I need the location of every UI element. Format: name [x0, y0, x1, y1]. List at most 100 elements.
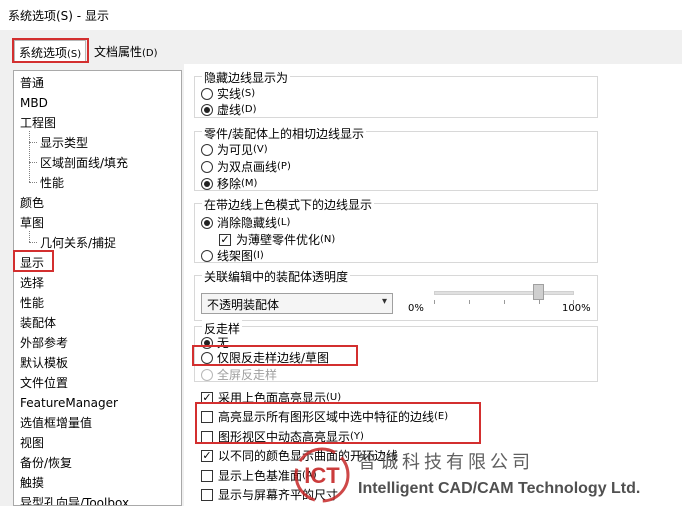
radio-visible[interactable]: 为可见 (V) — [201, 141, 268, 158]
checkbox-highlight-selected-edges[interactable]: 高亮显示所有图形区域中选中特征的边线 (E) — [201, 408, 448, 425]
radio-dashed[interactable]: 虚线 (D) — [201, 101, 257, 118]
group-title: 零件/装配体上的相切边线显示 — [202, 125, 367, 142]
radio-button[interactable] — [201, 103, 213, 116]
checkbox[interactable] — [201, 488, 213, 501]
option-label: 显示上色基准面 — [218, 469, 303, 483]
option-label: 高亮显示所有图形区域中选中特征的边线 — [218, 410, 435, 424]
radio-antialias-edges[interactable]: 仅限反走样边线/草图 — [201, 349, 329, 366]
option-key: (E) — [434, 411, 449, 422]
group-title: 隐藏边线显示为 — [202, 69, 291, 86]
radio-button[interactable] — [201, 351, 213, 364]
tree-item-sketch[interactable]: 草图 — [20, 213, 44, 233]
tree-connector — [29, 242, 37, 243]
slider-max-label: 100% — [562, 303, 591, 314]
option-key: (D) — [241, 104, 257, 115]
tab-key: (D) — [142, 48, 158, 59]
tree-item-hole-wizard-toolbox[interactable]: 异型孔向导/Toolbox — [20, 493, 129, 505]
radio-button[interactable] — [201, 160, 213, 173]
tree-connector — [29, 142, 37, 143]
radio-button[interactable] — [201, 368, 213, 381]
option-key: (M) — [241, 178, 258, 189]
option-label: 仅限反走样边线/草图 — [217, 351, 330, 365]
radio-button[interactable] — [201, 216, 213, 229]
window-title: 系统选项(S) - 显示 — [8, 9, 109, 23]
radio-antialias-fullscreen[interactable]: 全屏反走样 — [201, 366, 277, 383]
checkbox[interactable]: ✓ — [201, 391, 213, 404]
option-key: (L) — [277, 217, 291, 228]
radio-solid[interactable]: 实线 (S) — [201, 85, 255, 102]
option-key: (N) — [320, 234, 336, 245]
tab-label: 系统选项 — [19, 46, 68, 60]
tree-item-display-style[interactable]: 显示类型 — [40, 133, 88, 153]
option-label: 为双点画线 — [217, 160, 278, 174]
option-key: (U) — [326, 392, 342, 403]
title-bar: 系统选项(S) - 显示 — [0, 0, 682, 30]
tree-item-display[interactable]: 显示 — [20, 253, 44, 273]
tree-item-colors[interactable]: 颜色 — [20, 193, 44, 213]
checkbox[interactable]: ✓ — [219, 233, 231, 246]
tree-item-file-locations[interactable]: 文件位置 — [20, 373, 68, 393]
tab-system-options[interactable]: 系统选项(S) — [14, 40, 87, 62]
slider-min-label: 0% — [408, 303, 424, 314]
tree-item-mbd[interactable]: MBD — [20, 93, 48, 113]
tree-item-view[interactable]: 视图 — [20, 433, 44, 453]
checkbox[interactable] — [201, 410, 213, 423]
chevron-down-icon: ▾ — [381, 296, 387, 307]
group-title: 关联编辑中的装配体透明度 — [202, 268, 351, 285]
option-label: 为可见 — [217, 143, 254, 157]
tree-item-default-templates[interactable]: 默认模板 — [20, 353, 68, 373]
checkbox-dynamic-highlight[interactable]: 图形视区中动态高亮显示 (Y) — [201, 428, 364, 445]
tab-label: 文档属性 — [94, 45, 143, 59]
tree-item-backup-recover[interactable]: 备份/恢复 — [20, 453, 72, 473]
tab-key: (S) — [67, 49, 82, 60]
radio-hlr[interactable]: 消除隐藏线 (L) — [201, 214, 290, 231]
option-label: 全屏反走样 — [217, 368, 278, 382]
checkbox[interactable] — [201, 469, 213, 482]
tree-item-external-references[interactable]: 外部参考 — [20, 333, 68, 353]
radio-wireframe[interactable]: 线架图 (I) — [201, 247, 264, 264]
checkbox[interactable] — [201, 430, 213, 443]
slider-thumb[interactable] — [533, 284, 544, 300]
select-value: 不透明装配体 — [207, 298, 280, 312]
tree-item-performance[interactable]: 性能 — [20, 293, 44, 313]
options-tree[interactable]: 普通 MBD 工程图 显示类型 区域剖面线/填充 性能 颜色 草图 几何关系/捕… — [13, 70, 182, 506]
radio-button[interactable] — [201, 336, 213, 349]
radio-button[interactable] — [201, 177, 213, 190]
tree-connector — [29, 231, 30, 242]
option-key: (V) — [253, 144, 268, 155]
option-label: 移除 — [217, 177, 242, 191]
option-key: (Y) — [350, 431, 364, 442]
tree-item-assemblies[interactable]: 装配体 — [20, 313, 56, 333]
tree-item-relations-snaps[interactable]: 几何关系/捕捉 — [40, 233, 116, 253]
tab-strip: 系统选项(S) 文档属性(D) — [0, 30, 682, 64]
radio-button[interactable] — [201, 143, 213, 156]
checkbox-shaded-face-highlight[interactable]: ✓ 采用上色面高亮显示 (U) — [201, 389, 341, 406]
option-key: (I) — [253, 250, 264, 261]
tree-item-general[interactable]: 普通 — [20, 73, 44, 93]
option-label: 实线 — [217, 87, 242, 101]
transparency-slider[interactable] — [434, 291, 574, 295]
option-key: (P) — [277, 161, 291, 172]
slider-tick — [504, 300, 505, 304]
group-title: 在带边线上色模式下的边线显示 — [202, 196, 375, 213]
checkbox-thin-wall[interactable]: ✓ 为薄壁零件优化 (N) — [219, 231, 335, 248]
tree-item-drawings-performance[interactable]: 性能 — [40, 173, 64, 193]
tree-connector — [29, 162, 37, 163]
checkbox[interactable]: ✓ — [201, 449, 213, 462]
option-label: 为薄壁零件优化 — [236, 233, 321, 247]
transparency-select[interactable]: 不透明装配体 ▾ — [201, 293, 393, 314]
tree-item-touch[interactable]: 触摸 — [20, 473, 44, 493]
option-label: 消除隐藏线 — [217, 216, 278, 230]
watermark-company-en: Intelligent CAD/CAM Technology Ltd. — [358, 480, 641, 497]
tree-item-featuremanager[interactable]: FeatureManager — [20, 393, 118, 413]
radio-phantom[interactable]: 为双点画线 (P) — [201, 158, 291, 175]
tree-item-spin-box-increments[interactable]: 选值框增量值 — [20, 413, 92, 433]
radio-removed[interactable]: 移除 (M) — [201, 175, 257, 192]
tree-connector — [29, 131, 30, 182]
tab-document-properties[interactable]: 文档属性(D) — [90, 40, 162, 62]
tree-item-drawings[interactable]: 工程图 — [20, 113, 56, 133]
tree-item-selection[interactable]: 选择 — [20, 273, 44, 293]
radio-button[interactable] — [201, 87, 213, 100]
radio-button[interactable] — [201, 249, 213, 262]
tree-item-area-hatch[interactable]: 区域剖面线/填充 — [40, 153, 128, 173]
